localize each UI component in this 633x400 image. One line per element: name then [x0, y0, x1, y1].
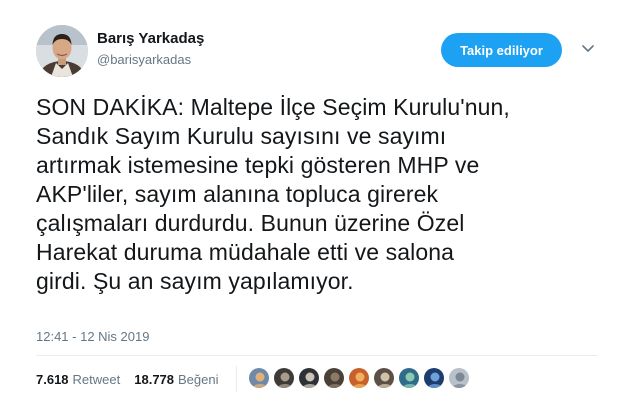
tweet-stats: 7.618 Retweet 18.778 Beğeni — [36, 372, 233, 387]
liker-avatar[interactable] — [423, 367, 445, 389]
liker-avatar[interactable] — [348, 367, 370, 389]
like-label: Beğeni — [178, 372, 219, 387]
retweet-label: Retweet — [72, 372, 121, 387]
liker-avatars — [248, 367, 473, 389]
liker-avatar[interactable] — [298, 367, 320, 389]
liker-avatar[interactable] — [398, 367, 420, 389]
liker-avatar[interactable] — [373, 367, 395, 389]
like-stat[interactable]: 18.778 Beğeni — [134, 372, 218, 387]
divider — [36, 355, 598, 356]
liker-avatar[interactable] — [273, 367, 295, 389]
following-button[interactable]: Takip ediliyor — [441, 33, 562, 67]
liker-avatar[interactable] — [248, 367, 270, 389]
timestamp[interactable]: 12:41 - 12 Nis 2019 — [36, 329, 149, 344]
chevron-down-icon[interactable] — [580, 41, 596, 57]
tweet-text: SON DAKİKA: Maltepe İlçe Seçim Kurulu'nu… — [36, 94, 510, 294]
stats-divider — [236, 366, 237, 392]
avatar-image — [36, 25, 88, 77]
username-handle[interactable]: @barisyarkadas — [97, 52, 191, 67]
tweet-card: Barış Yarkadaş @barisyarkadas Takip edil… — [0, 0, 633, 400]
display-name[interactable]: Barış Yarkadaş — [97, 30, 204, 47]
like-count: 18.778 — [134, 372, 175, 387]
retweet-count: 7.618 — [36, 372, 69, 387]
avatar[interactable] — [36, 25, 88, 77]
retweet-stat[interactable]: 7.618 Retweet — [36, 372, 120, 387]
liker-avatar[interactable] — [323, 367, 345, 389]
liker-avatar[interactable] — [448, 367, 470, 389]
